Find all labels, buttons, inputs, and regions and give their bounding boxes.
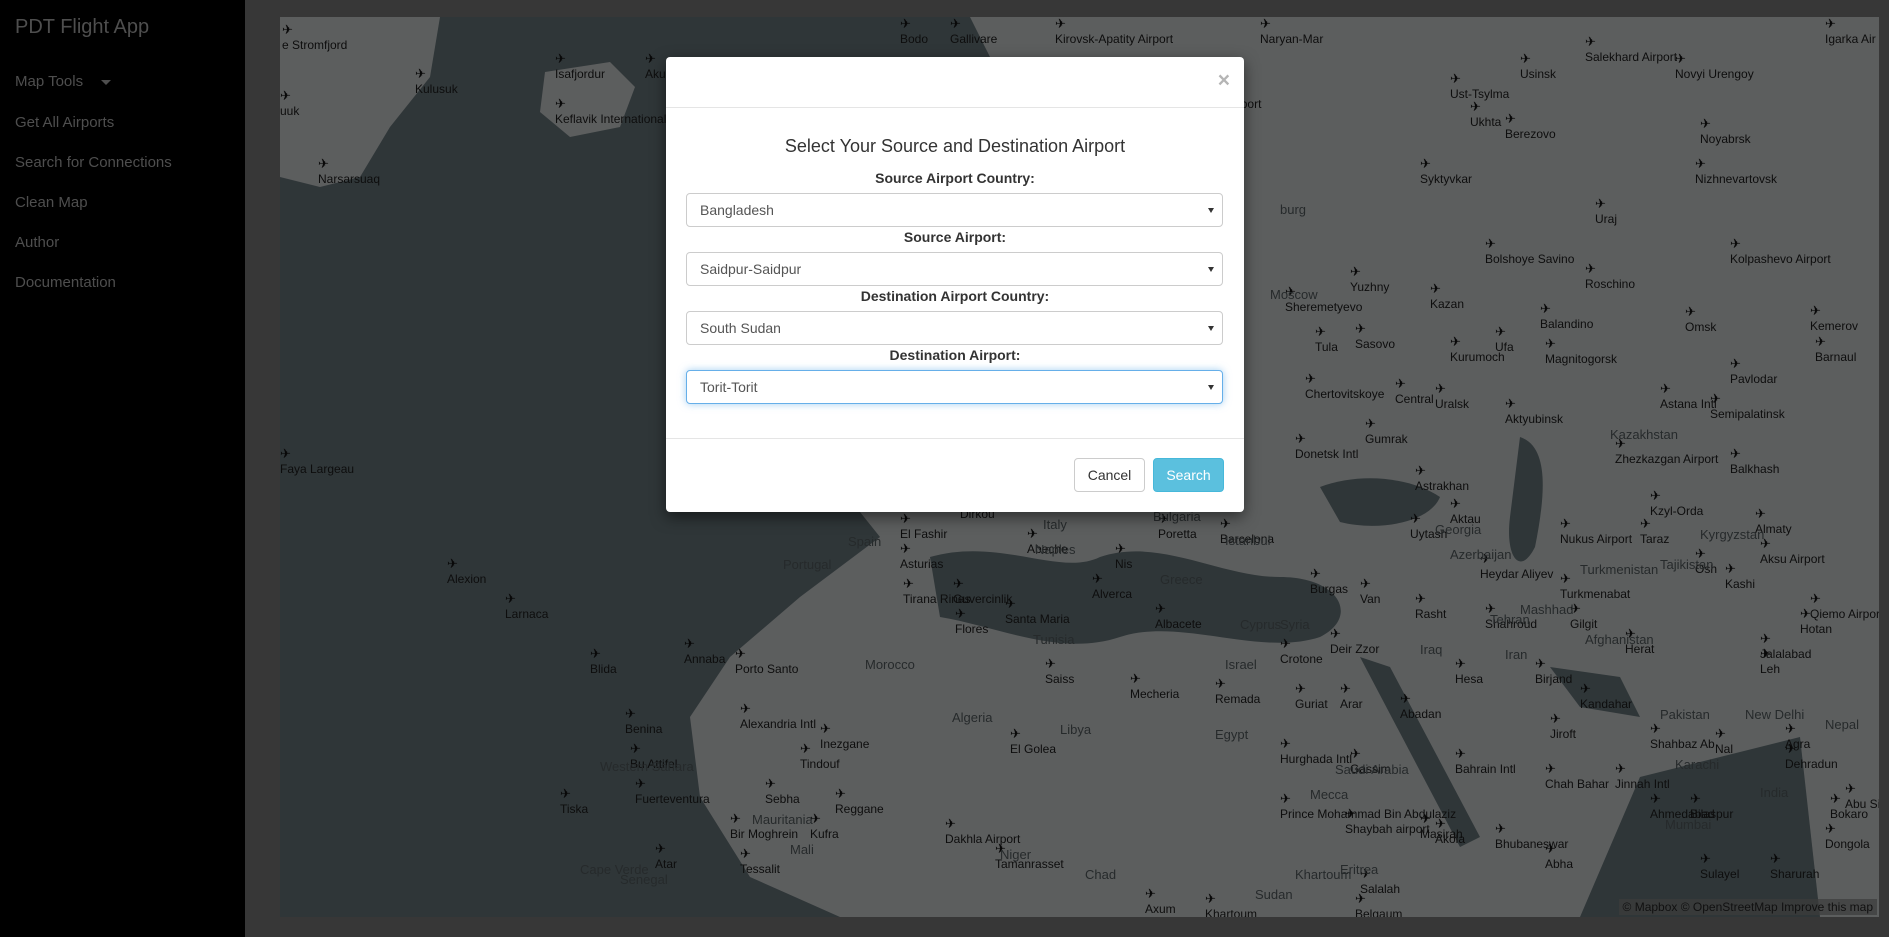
dropdown-arrow-icon [1208,267,1214,272]
modal-footer: Cancel Search [666,438,1244,512]
source-country-label: Source Airport Country: [875,170,1035,186]
source-airport-select[interactable]: Saidpur-Saidpur [686,252,1223,286]
source-airport-value: Saidpur-Saidpur [700,261,802,277]
dest-airport-label: Destination Airport: [889,347,1021,363]
dest-country-label: Destination Airport Country: [860,288,1050,304]
search-button[interactable]: Search [1153,458,1224,492]
source-country-value: Bangladesh [700,202,774,218]
source-airport-label: Source Airport: [903,229,1007,245]
dropdown-arrow-icon [1208,385,1214,390]
close-icon[interactable]: × [1218,69,1230,93]
dest-airport-select[interactable]: Torit-Torit [686,370,1223,404]
dropdown-arrow-icon [1208,326,1214,331]
dest-country-value: South Sudan [700,320,781,336]
search-connections-modal: × Select Your Source and Destination Air… [666,57,1244,512]
modal-header: × [666,57,1244,108]
dropdown-arrow-icon [1208,208,1214,213]
cancel-button[interactable]: Cancel [1074,458,1145,492]
dest-country-select[interactable]: South Sudan [686,311,1223,345]
source-country-select[interactable]: Bangladesh [686,193,1223,227]
modal-title: Select Your Source and Destination Airpo… [784,136,1126,156]
dest-airport-value: Torit-Torit [700,379,758,395]
